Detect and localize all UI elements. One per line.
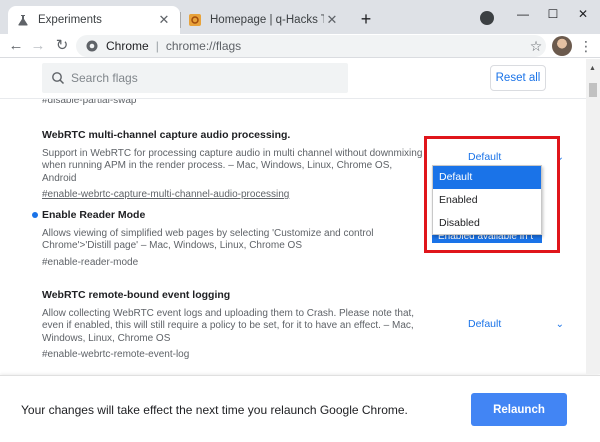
reload-icon[interactable]: ↻ xyxy=(52,36,72,56)
flags-header: Reset all xyxy=(0,59,586,99)
scroll-up-icon[interactable]: ▲ xyxy=(589,65,596,72)
site-label: Chrome xyxy=(106,39,149,53)
select-dropdown-list: Default Enabled Disabled xyxy=(432,165,542,235)
select-value: Default xyxy=(468,151,502,163)
feature-webrtc-remote-logging: WebRTC remote-bound event logging Allow … xyxy=(42,289,422,362)
address-bar[interactable]: Chrome | chrome://flags xyxy=(76,35,546,57)
search-input[interactable] xyxy=(71,71,331,85)
flags-page: Reset all ▲ #disable-partial-swap WebRTC… xyxy=(0,59,600,442)
feature-tag: #enable-reader-mode xyxy=(42,256,139,268)
reset-all-button[interactable]: Reset all xyxy=(490,65,546,91)
tab-title: Homepage | q-Hacks Technology xyxy=(210,14,324,26)
relaunch-bar: Your changes will take effect the next t… xyxy=(0,375,600,442)
scrollbar[interactable]: ▲ xyxy=(586,59,600,374)
feature-webrtc-multichannel: WebRTC multi-channel capture audio proce… xyxy=(42,129,422,202)
dropdown-option-disabled[interactable]: Disabled xyxy=(433,212,541,235)
maximize-icon[interactable]: ☐ xyxy=(542,4,564,24)
back-arrow-icon[interactable]: ← xyxy=(6,36,26,56)
bookmark-star-icon[interactable]: ☆ xyxy=(526,36,546,56)
feature-tag: #enable-webrtc-remote-event-log xyxy=(42,349,190,360)
search-box[interactable] xyxy=(42,63,348,93)
window-close-icon[interactable]: ✕ xyxy=(572,4,594,24)
minimize-icon[interactable]: — xyxy=(512,4,534,24)
select-value: Default xyxy=(468,318,502,330)
tab-strip: Experiments ✕ Homepage | q-Hacks Technol… xyxy=(0,0,600,34)
tab-q-hacks-homepage[interactable]: Homepage | q-Hacks Technology ✕ xyxy=(180,6,348,34)
close-tab-icon[interactable]: ✕ xyxy=(156,12,172,28)
q-hacks-logo xyxy=(188,13,202,27)
feature-name: Enable Reader Mode xyxy=(42,209,146,221)
tab-experiments[interactable]: Experiments ✕ xyxy=(8,6,180,34)
feature-reader-mode: Enable Reader Mode Allows viewing of sim… xyxy=(32,209,422,269)
feature-description: Allows viewing of simplified web pages b… xyxy=(42,227,374,252)
feature-name: WebRTC multi-channel capture audio proce… xyxy=(42,129,291,141)
feature-tag-link[interactable]: #enable-webrtc-capture-multi-channel-aud… xyxy=(42,189,422,202)
chevron-down-icon: ⌄ xyxy=(555,151,564,163)
feature-select-webrtc-multichannel[interactable]: Default ⌄ xyxy=(462,148,570,166)
feature-description: Allow collecting WebRTC event logs and u… xyxy=(42,307,415,344)
feature-name: WebRTC remote-bound event logging xyxy=(42,289,231,301)
url-text: chrome://flags xyxy=(165,39,242,53)
forward-arrow-icon[interactable]: → xyxy=(28,36,48,56)
address-divider: | xyxy=(155,39,159,53)
feature-description: Support in WebRTC for processing capture… xyxy=(42,147,423,184)
search-icon xyxy=(52,72,65,85)
dropdown-option-default[interactable]: Default xyxy=(433,166,541,189)
tab-search-icon[interactable] xyxy=(480,11,494,25)
feature-select-webrtc-remote-logging[interactable]: Default ⌄ xyxy=(462,315,570,333)
tab-title: Experiments xyxy=(38,14,102,26)
chrome-icon xyxy=(86,40,98,52)
avatar[interactable] xyxy=(552,36,572,56)
more-menu-icon[interactable]: ⋮ xyxy=(578,36,594,56)
modified-indicator xyxy=(32,212,38,218)
relaunch-message: Your changes will take effect the next t… xyxy=(21,403,408,417)
new-tab-icon[interactable]: + xyxy=(356,9,376,29)
close-tab-icon[interactable]: ✕ xyxy=(324,12,340,28)
scrollbar-thumb[interactable] xyxy=(589,83,597,97)
relaunch-button[interactable]: Relaunch xyxy=(471,393,567,426)
browser-toolbar: ← → ↻ Chrome | chrome://flags ☆ ⋮ xyxy=(0,34,600,58)
chevron-down-icon: ⌄ xyxy=(555,318,564,330)
flask-icon xyxy=(16,13,30,27)
dropdown-option-enabled[interactable]: Enabled xyxy=(433,189,541,212)
